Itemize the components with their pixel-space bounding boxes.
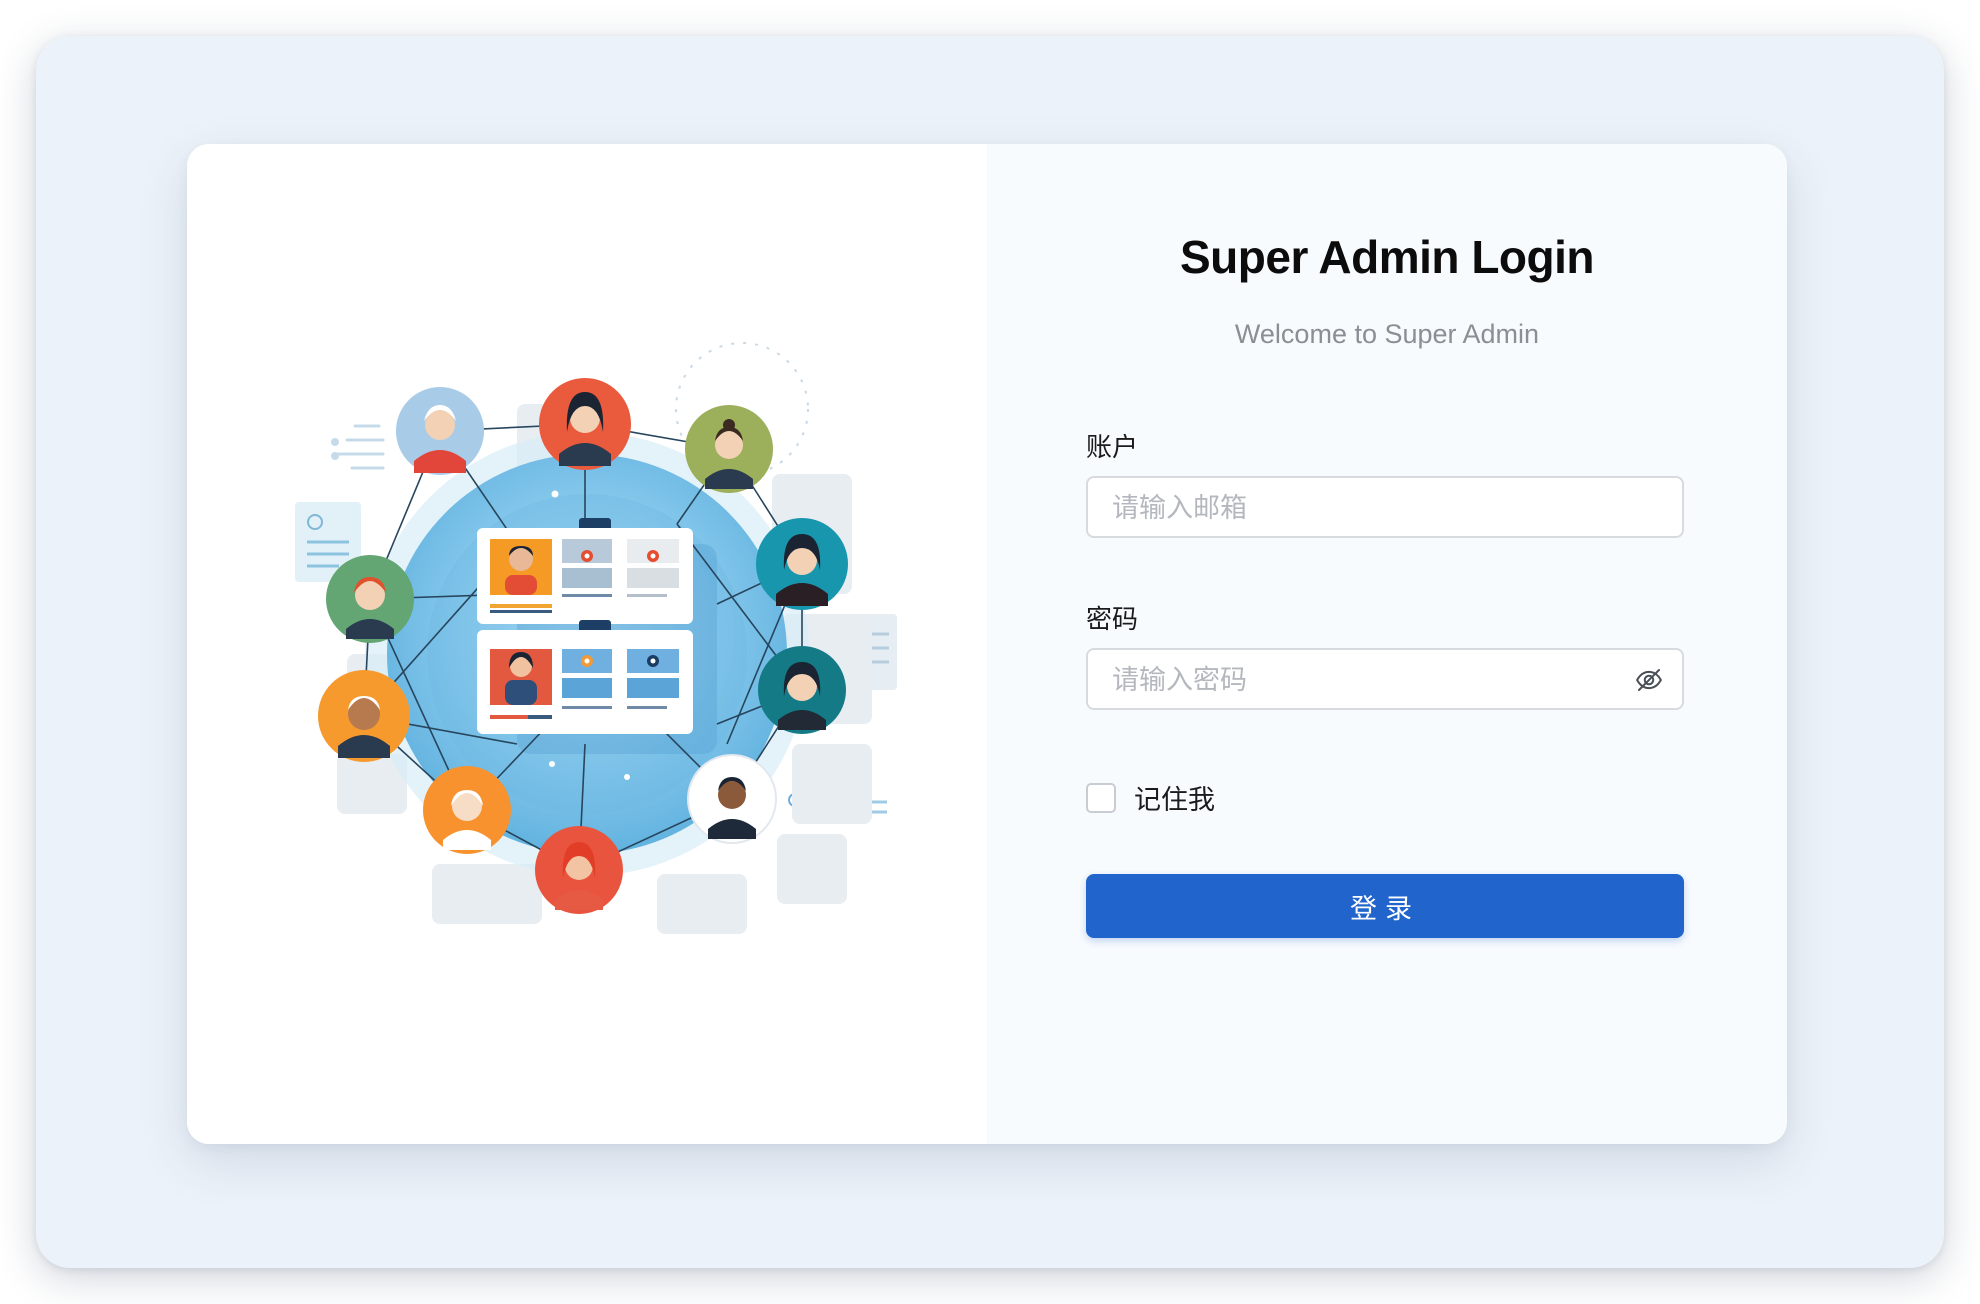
avatar-7 xyxy=(758,646,846,734)
account-field[interactable] xyxy=(1086,476,1684,538)
login-card: Super Admin Login Welcome to Super Admin… xyxy=(187,144,1787,1144)
speed-lines xyxy=(331,424,385,470)
login-form-panel: Super Admin Login Welcome to Super Admin… xyxy=(987,144,1787,1144)
password-label: 密码 xyxy=(1086,604,1139,634)
illustration-panel xyxy=(187,144,987,1144)
avatar-10 xyxy=(687,754,777,844)
avatar-4 xyxy=(326,555,414,643)
avatar-6 xyxy=(318,670,410,762)
password-field[interactable] xyxy=(1086,648,1684,710)
profile-card-top xyxy=(477,518,693,624)
login-subtitle: Welcome to Super Admin xyxy=(1234,319,1540,349)
avatar-5 xyxy=(756,518,848,610)
avatar-2 xyxy=(539,378,631,470)
eye-off-icon[interactable] xyxy=(1634,665,1664,695)
avatar-1 xyxy=(396,387,484,475)
avatar-8 xyxy=(423,766,511,854)
remember-checkbox[interactable] xyxy=(1086,782,1116,813)
profile-card-bottom xyxy=(477,620,693,734)
remember-label: 记住我 xyxy=(1134,785,1215,815)
avatar-3 xyxy=(685,405,773,493)
account-input[interactable] xyxy=(1110,478,1634,538)
account-label: 账户 xyxy=(1086,432,1139,462)
remember-me[interactable]: 记住我 xyxy=(1086,778,1215,817)
login-title: Super Admin Login xyxy=(1180,231,1595,283)
password-input[interactable] xyxy=(1110,650,1634,710)
app-window: Super Admin Login Welcome to Super Admin… xyxy=(36,36,1944,1268)
login-button[interactable]: 登录 xyxy=(1086,874,1684,938)
avatar-9 xyxy=(535,826,623,914)
user-network-illustration xyxy=(295,342,897,934)
